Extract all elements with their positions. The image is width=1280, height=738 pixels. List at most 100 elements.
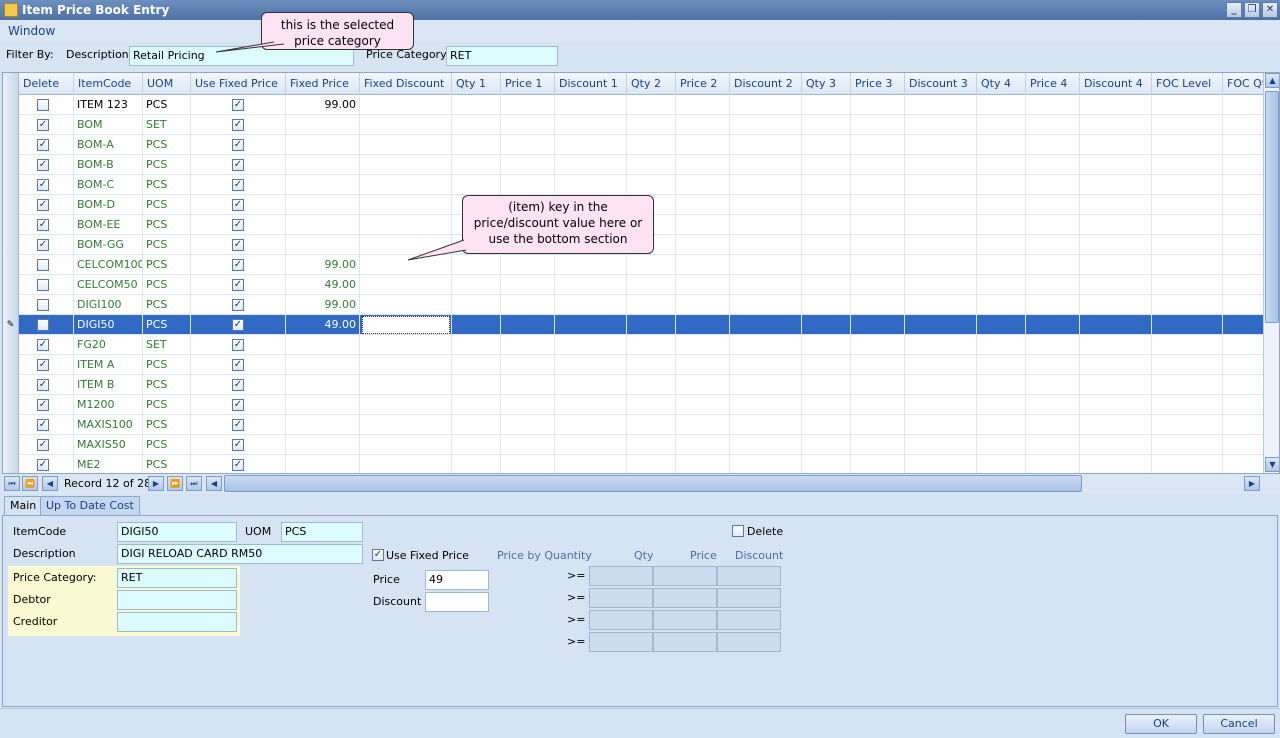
delete-checkbox[interactable]	[37, 99, 49, 111]
grid-cell[interactable]	[676, 95, 730, 115]
table-row[interactable]: CELCOM100 PCS ✓ 99.00	[3, 255, 1263, 275]
grid-cell[interactable]	[360, 335, 452, 355]
table-row[interactable]: ✓ BOM SET ✓	[3, 115, 1263, 135]
vertical-scroll-thumb[interactable]	[1265, 91, 1279, 323]
use-fixed-price-checkbox[interactable]: ✓	[232, 399, 244, 411]
grid-cell[interactable]	[977, 135, 1026, 155]
grid-cell[interactable]	[501, 315, 555, 335]
grid-cell[interactable]	[730, 175, 802, 195]
table-row[interactable]: ITEM 123 PCS ✓ 99.00	[3, 95, 1263, 115]
row-selector[interactable]	[3, 215, 19, 235]
itemcode-cell[interactable]: FG20	[74, 335, 143, 355]
grid-cell[interactable]	[501, 295, 555, 315]
pbq-price-field[interactable]	[653, 588, 717, 608]
grid-cell[interactable]	[452, 415, 501, 435]
price-field[interactable]: 49	[425, 570, 489, 590]
grid-cell[interactable]	[730, 115, 802, 135]
grid-cell[interactable]	[977, 355, 1026, 375]
grid-cell[interactable]	[627, 435, 676, 455]
grid-cell[interactable]	[802, 395, 851, 415]
grid-cell[interactable]	[1152, 335, 1223, 355]
use-fixed-price-checkbox[interactable]: ✓	[232, 459, 244, 471]
grid-cell[interactable]	[627, 395, 676, 415]
grid-cell[interactable]	[555, 295, 627, 315]
column-header[interactable]: Price 2	[676, 73, 730, 95]
table-row[interactable]: ✎ DIGI50 PCS ✓ 49.00	[3, 315, 1263, 335]
grid-cell[interactable]	[627, 95, 676, 115]
grid-cell[interactable]	[730, 315, 802, 335]
grid-cell[interactable]	[452, 155, 501, 175]
itemcode-cell[interactable]: BOM-EE	[74, 215, 143, 235]
first-record-button[interactable]: ⏮	[4, 476, 20, 491]
grid-cell[interactable]	[452, 375, 501, 395]
fixed-discount-editor[interactable]	[362, 316, 450, 334]
delete-checkbox[interactable]: ✓	[37, 159, 49, 171]
grid-cell[interactable]	[977, 335, 1026, 355]
grid-cell[interactable]	[1026, 135, 1080, 155]
uom-field[interactable]: PCS	[281, 522, 363, 542]
grid-cell[interactable]	[452, 135, 501, 155]
grid-cell[interactable]	[360, 295, 452, 315]
grid-cell[interactable]	[730, 135, 802, 155]
delete-cell[interactable]: ✓	[19, 375, 74, 395]
pbq-price-field[interactable]	[653, 610, 717, 630]
fixed-price-cell[interactable]	[286, 115, 360, 135]
itemcode-cell[interactable]: DIGI100	[74, 295, 143, 315]
grid-cell[interactable]	[555, 255, 627, 275]
pbq-qty-field[interactable]	[589, 588, 653, 608]
fixed-price-cell[interactable]	[286, 355, 360, 375]
grid-cell[interactable]	[802, 415, 851, 435]
grid-cell[interactable]	[730, 355, 802, 375]
grid-cell[interactable]	[555, 115, 627, 135]
delete-checkbox[interactable]	[37, 279, 49, 291]
scroll-up-arrow[interactable]: ▲	[1265, 73, 1279, 88]
grid-cell[interactable]	[730, 335, 802, 355]
delete-checkbox[interactable]	[732, 525, 744, 537]
use-fixed-price-checkbox[interactable]: ✓	[232, 139, 244, 151]
fixed-price-cell[interactable]	[286, 435, 360, 455]
use-fixed-price-cell[interactable]: ✓	[191, 115, 286, 135]
grid-cell[interactable]	[802, 215, 851, 235]
grid-cell[interactable]	[1080, 275, 1152, 295]
grid-cell[interactable]	[501, 375, 555, 395]
row-selector[interactable]	[3, 375, 19, 395]
grid-cell[interactable]	[802, 355, 851, 375]
row-selector[interactable]	[3, 155, 19, 175]
delete-checkbox[interactable]: ✓	[37, 239, 49, 251]
row-selector[interactable]	[3, 135, 19, 155]
grid-cell[interactable]	[1026, 395, 1080, 415]
use-fixed-price-cell[interactable]: ✓	[191, 175, 286, 195]
use-fixed-price-cell[interactable]: ✓	[191, 435, 286, 455]
column-header[interactable]: Price 1	[501, 73, 555, 95]
grid-cell[interactable]	[1080, 175, 1152, 195]
grid-cell[interactable]	[977, 155, 1026, 175]
grid-cell[interactable]	[501, 155, 555, 175]
use-fixed-price-checkbox[interactable]: ✓	[232, 419, 244, 431]
itemcode-field[interactable]: DIGI50	[117, 522, 237, 542]
grid-cell[interactable]	[730, 195, 802, 215]
grid-cell[interactable]	[905, 455, 977, 473]
grid-cell[interactable]	[1152, 295, 1223, 315]
grid-cell[interactable]	[977, 315, 1026, 335]
itemcode-cell[interactable]: CELCOM50	[74, 275, 143, 295]
grid-cell[interactable]	[676, 375, 730, 395]
grid-cell[interactable]	[360, 115, 452, 135]
grid-cell[interactable]	[1152, 235, 1223, 255]
grid-cell[interactable]	[452, 95, 501, 115]
grid-cell[interactable]	[1152, 155, 1223, 175]
grid-cell[interactable]	[501, 395, 555, 415]
grid-cell[interactable]	[905, 415, 977, 435]
discount-field[interactable]	[425, 592, 489, 612]
delete-checkbox[interactable]: ✓	[37, 219, 49, 231]
filter-price-category-field[interactable]: RET	[446, 46, 558, 66]
column-header[interactable]: Qty 2	[627, 73, 676, 95]
grid-cell[interactable]	[676, 335, 730, 355]
uom-cell[interactable]: PCS	[143, 275, 191, 295]
grid-cell[interactable]	[730, 255, 802, 275]
grid-cell[interactable]	[676, 195, 730, 215]
grid-cell[interactable]	[627, 455, 676, 473]
pbq-price-field[interactable]	[653, 566, 717, 586]
grid-cell[interactable]	[977, 295, 1026, 315]
grid-cell[interactable]	[1080, 375, 1152, 395]
grid-cell[interactable]	[555, 275, 627, 295]
